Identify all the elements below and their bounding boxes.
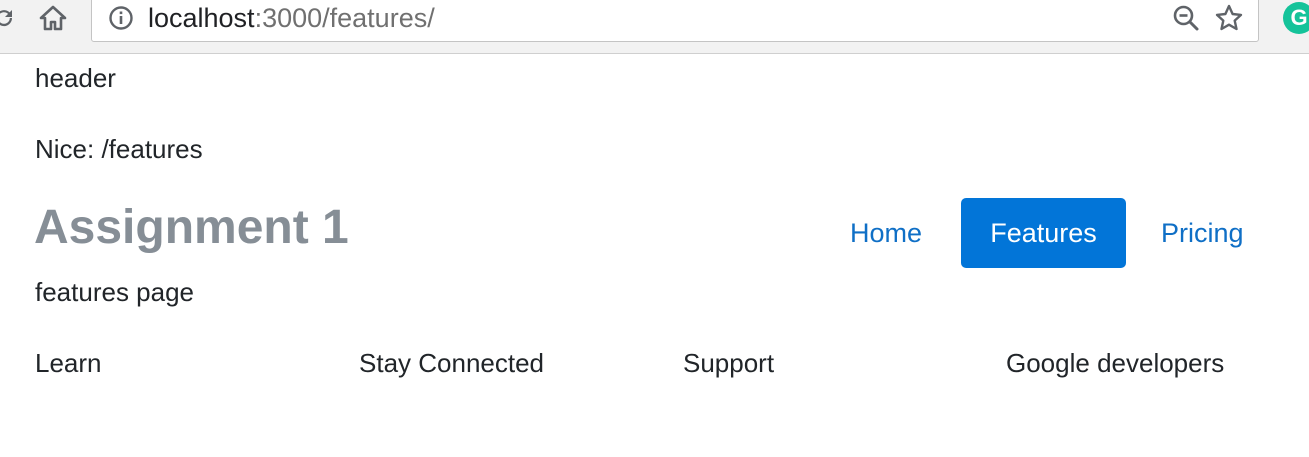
- url-path: :3000/features/: [254, 3, 435, 33]
- page-description: features page: [35, 277, 195, 307]
- info-icon[interactable]: [108, 5, 134, 31]
- home-icon[interactable]: [38, 3, 68, 33]
- reload-icon[interactable]: [0, 6, 16, 30]
- grammarly-icon[interactable]: G: [1283, 2, 1309, 34]
- page-title: Assignment 1: [34, 201, 349, 254]
- address-bar[interactable]: localhost:3000/features/: [91, 0, 1259, 42]
- url-text[interactable]: localhost:3000/features/: [148, 2, 435, 34]
- footer-col-learn: Learn: [35, 348, 102, 378]
- footer-col-support: Support: [683, 348, 775, 378]
- nav-link-features[interactable]: Features: [961, 198, 1126, 268]
- footer-col-stay-connected: Stay Connected: [359, 348, 545, 378]
- url-host: localhost: [148, 3, 255, 33]
- zoom-out-icon[interactable]: [1172, 4, 1200, 32]
- page-content: header Nice: /features Assignment 1 Home…: [0, 54, 1309, 457]
- browser-toolbar: localhost:3000/features/ G: [0, 0, 1309, 54]
- nav-link-home[interactable]: Home: [850, 198, 922, 268]
- header-text: header: [35, 63, 116, 93]
- footer-col-google-developers: Google developers: [1006, 348, 1225, 378]
- star-icon[interactable]: [1214, 3, 1244, 33]
- route-text: Nice: /features: [35, 134, 203, 164]
- nav-link-pricing[interactable]: Pricing: [1161, 198, 1244, 268]
